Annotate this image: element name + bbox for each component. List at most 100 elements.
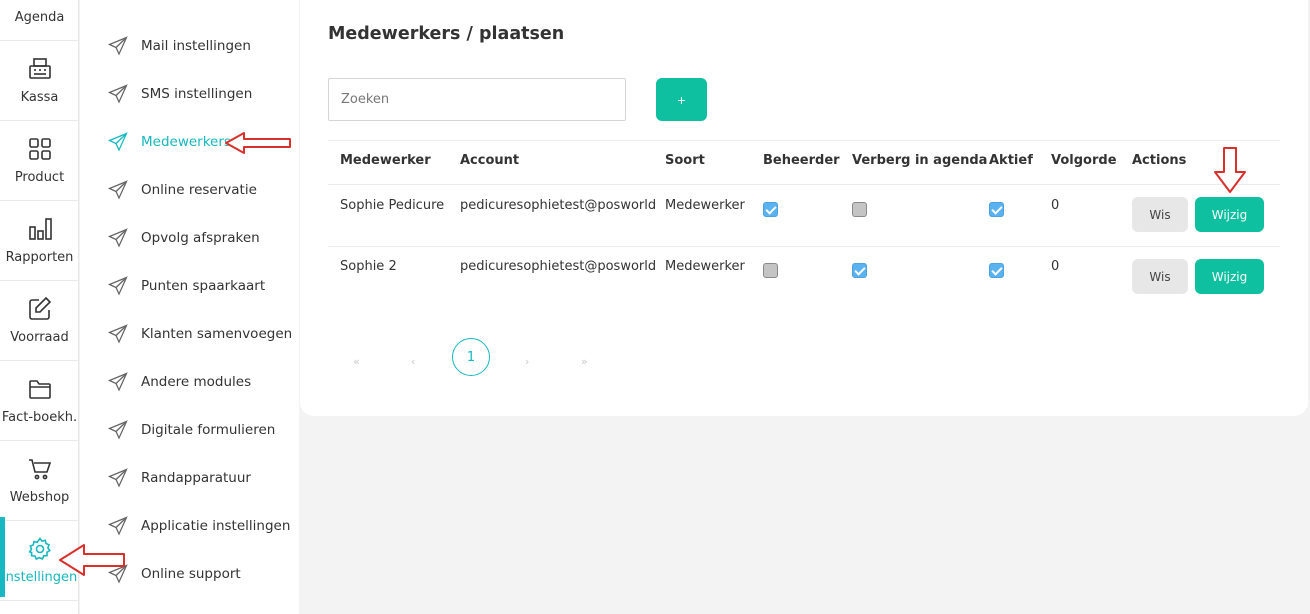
submenu-item-label: Applicatie instellingen	[141, 518, 291, 534]
page-title: Medewerkers / plaatsen	[328, 24, 565, 44]
table-divider	[328, 184, 1280, 185]
nav-item-product[interactable]: Product	[0, 121, 79, 201]
nav-item-agenda[interactable]: Agenda	[0, 0, 79, 41]
cell-medewerker: Sophie 2	[340, 259, 397, 274]
cell-soort: Medewerker	[665, 259, 745, 274]
column-header-beheerder[interactable]: Beheerder	[763, 153, 840, 168]
settings-submenu: Mail instellingen SMS instellingen Medew…	[80, 0, 299, 614]
nav-item-rapporten[interactable]: Rapporten	[0, 201, 79, 281]
column-header-actions: Actions	[1132, 153, 1187, 168]
submenu-item-label: SMS instellingen	[141, 86, 253, 102]
column-header-volgorde[interactable]: Volgorde	[1051, 153, 1117, 168]
cell-volgorde: 0	[1051, 198, 1060, 213]
send-icon	[108, 468, 128, 488]
submenu-item-randapparatuur[interactable]: Randapparatuur	[108, 466, 251, 490]
submenu-item-label: Medewerkers	[141, 134, 231, 150]
send-icon	[108, 132, 128, 152]
submenu-item-opvolg-afspraken[interactable]: Opvolg afspraken	[108, 226, 260, 250]
annotation-arrow-left-icon	[59, 544, 125, 576]
send-icon	[108, 180, 128, 200]
column-header-aktief[interactable]: Aktief	[989, 153, 1033, 168]
nav-item-kassa[interactable]: Kassa	[0, 41, 79, 121]
submenu-item-medewerkers[interactable]: Medewerkers	[108, 130, 231, 154]
beheerder-checkbox[interactable]	[763, 202, 778, 217]
submenu-item-sms[interactable]: SMS instellingen	[108, 82, 252, 106]
cell-medewerker: Sophie Pedicure	[340, 198, 445, 213]
submenu-item-label: Mail instellingen	[141, 38, 251, 54]
submenu-item-label: Online support	[141, 566, 241, 582]
submenu-item-mail[interactable]: Mail instellingen	[108, 34, 251, 58]
submenu-item-applicatie-instellingen[interactable]: Applicatie instellingen	[108, 514, 290, 538]
submenu-item-online-support[interactable]: Online support	[108, 562, 241, 586]
submenu-item-label: Digitale formulieren	[141, 422, 276, 438]
annotation-arrow-left-icon	[225, 132, 291, 154]
submenu-item-label: Online reservatie	[141, 182, 257, 198]
folder-icon	[28, 380, 51, 399]
nav-item-label: Agenda	[14, 10, 65, 25]
cell-account: pedicuresophietest@posworld	[460, 259, 657, 274]
column-header-verberg-in-agenda[interactable]: Verberg in agenda	[852, 153, 987, 168]
submenu-item-label: Randapparatuur	[141, 470, 251, 486]
send-icon	[108, 228, 128, 248]
beheerder-checkbox[interactable]	[763, 263, 778, 278]
pagination-next[interactable]: ›	[525, 355, 529, 368]
submenu-item-andere-modules[interactable]: Andere modules	[108, 370, 251, 394]
bar-chart-icon	[28, 218, 52, 240]
aktief-checkbox[interactable]	[989, 202, 1004, 217]
submenu-item-label: Punten spaarkaart	[141, 278, 266, 294]
verberg-checkbox[interactable]	[852, 263, 867, 278]
annotation-arrow-down-icon	[1214, 147, 1246, 193]
pagination-prev[interactable]: ‹	[411, 355, 415, 368]
cell-soort: Medewerker	[665, 198, 745, 213]
send-icon	[108, 324, 128, 344]
calendar-icon	[27, 0, 53, 2]
pagination-current-page[interactable]: 1	[452, 338, 490, 376]
pagination-last[interactable]: »	[581, 355, 588, 368]
nav-item-label: Voorraad	[10, 330, 69, 345]
submenu-item-klanten-samenvoegen[interactable]: Klanten samenvoegen	[108, 322, 292, 346]
send-icon	[108, 420, 128, 440]
submenu-item-label: Klanten samenvoegen	[141, 326, 293, 342]
nav-item-label: Product	[14, 170, 65, 185]
cart-icon	[28, 459, 51, 480]
main-nav-rail: Agenda Kassa Product Rapporten Voorraad …	[0, 0, 79, 614]
verberg-checkbox[interactable]	[852, 202, 867, 217]
send-icon	[108, 516, 128, 536]
submenu-item-digitale-formulieren[interactable]: Digitale formulieren	[108, 418, 275, 442]
edit-button[interactable]: Wijzig	[1195, 197, 1264, 232]
submenu-item-label: Opvolg afspraken	[141, 230, 260, 246]
nav-item-label: Fact-boekh.	[1, 410, 78, 425]
nav-item-fact-boekh[interactable]: Fact-boekh.	[0, 361, 79, 441]
column-header-medewerker[interactable]: Medewerker	[340, 153, 431, 168]
grid-icon	[28, 138, 51, 160]
submenu-item-label: Andere modules	[141, 374, 252, 390]
gear-icon	[27, 537, 51, 561]
cash-register-icon	[28, 58, 51, 79]
nav-item-label: Webshop	[9, 490, 70, 505]
nav-item-voorraad[interactable]: Voorraad	[0, 281, 79, 361]
table-divider	[328, 246, 1280, 247]
send-icon	[108, 276, 128, 296]
medewerkers-card: Medewerkers / plaatsen + Medewerker Acco…	[300, 0, 1308, 416]
edit-icon	[28, 296, 51, 320]
cell-account: pedicuresophietest@posworld	[460, 198, 657, 213]
nav-item-label: Rapporten	[5, 250, 74, 265]
send-icon	[108, 36, 128, 56]
aktief-checkbox[interactable]	[989, 263, 1004, 278]
submenu-item-punten-spaarkaart[interactable]: Punten spaarkaart	[108, 274, 265, 298]
nav-item-webshop[interactable]: Webshop	[0, 441, 79, 521]
column-header-account[interactable]: Account	[460, 153, 519, 168]
send-icon	[108, 372, 128, 392]
submenu-item-online-reservatie[interactable]: Online reservatie	[108, 178, 257, 202]
delete-button[interactable]: Wis	[1132, 197, 1188, 232]
nav-item-label: Kassa	[20, 90, 59, 105]
column-header-soort[interactable]: Soort	[665, 153, 705, 168]
add-employee-button[interactable]: +	[656, 78, 707, 121]
delete-button[interactable]: Wis	[1132, 259, 1188, 294]
table-divider	[328, 140, 1280, 141]
active-indicator	[0, 517, 5, 597]
edit-button[interactable]: Wijzig	[1195, 259, 1264, 294]
cell-volgorde: 0	[1051, 259, 1060, 274]
search-input[interactable]	[328, 78, 626, 121]
pagination-first[interactable]: «	[353, 355, 360, 368]
